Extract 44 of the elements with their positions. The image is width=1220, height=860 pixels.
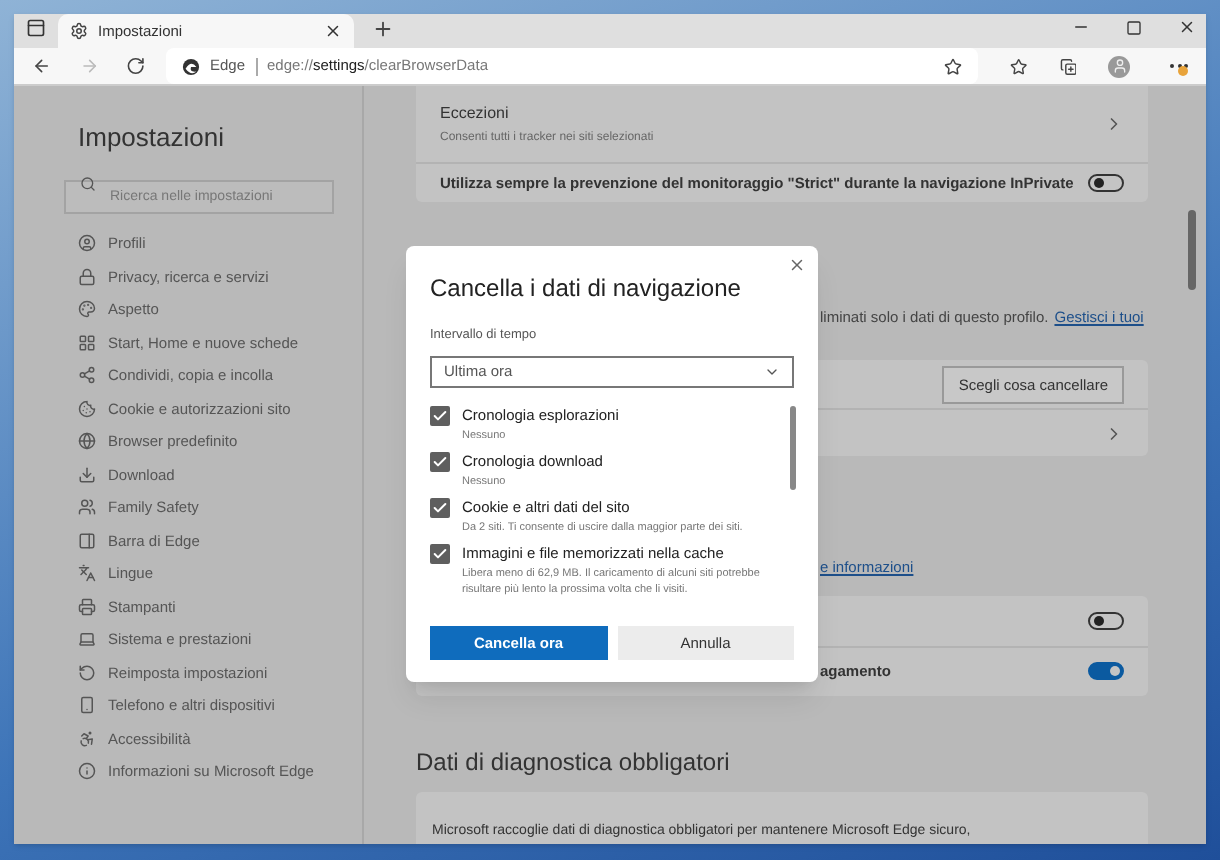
share-icon [78, 366, 96, 385]
browser-logo-icon [181, 57, 200, 75]
profile-icon [78, 234, 96, 253]
search-icon [80, 176, 96, 192]
profile-avatar[interactable] [1108, 55, 1130, 77]
cookie-icon [78, 399, 96, 418]
add-favorite-icon[interactable] [944, 57, 962, 75]
new-tab-icon[interactable] [372, 18, 394, 40]
sidebar-title: Impostazioni [78, 120, 226, 156]
dialog-title: Cancella i dati di navigazione [430, 272, 743, 306]
favorites-icon[interactable] [1010, 57, 1028, 75]
scrollbar-thumb [790, 405, 796, 490]
info-icon [78, 762, 96, 781]
toggle-switch[interactable] [1088, 611, 1124, 629]
language-icon [78, 564, 96, 583]
palette-icon [78, 300, 96, 319]
back-icon[interactable] [32, 56, 52, 76]
setting-title: Eccezioni [440, 101, 511, 125]
tab-actions-icon[interactable] [26, 18, 46, 38]
laptop-icon [78, 630, 96, 649]
lock-icon [78, 267, 96, 286]
globe-icon [78, 432, 96, 451]
checkbox[interactable] [430, 451, 450, 472]
toggle-switch[interactable] [1088, 662, 1124, 680]
checkbox[interactable] [430, 543, 450, 564]
refresh-icon[interactable] [126, 56, 146, 76]
close-icon[interactable] [324, 22, 342, 40]
accessibility-icon [78, 729, 96, 748]
checkbox[interactable] [430, 405, 450, 426]
settings-icon [70, 22, 88, 40]
phone-icon [78, 696, 96, 715]
reset-icon [78, 663, 96, 682]
close-icon[interactable] [1178, 18, 1196, 36]
close-icon[interactable] [788, 256, 806, 274]
grid-icon [78, 333, 96, 352]
printer-icon [78, 597, 96, 616]
checkbox[interactable] [430, 497, 450, 518]
sidebar-icon [78, 531, 96, 550]
section-heading: Dati di diagnostica obbligatori [416, 745, 732, 779]
maximize-icon[interactable] [1126, 20, 1142, 36]
toggle-switch[interactable] [1088, 174, 1124, 192]
people-icon [78, 498, 96, 517]
collections-icon[interactable] [1059, 57, 1077, 75]
download-icon [78, 465, 96, 484]
